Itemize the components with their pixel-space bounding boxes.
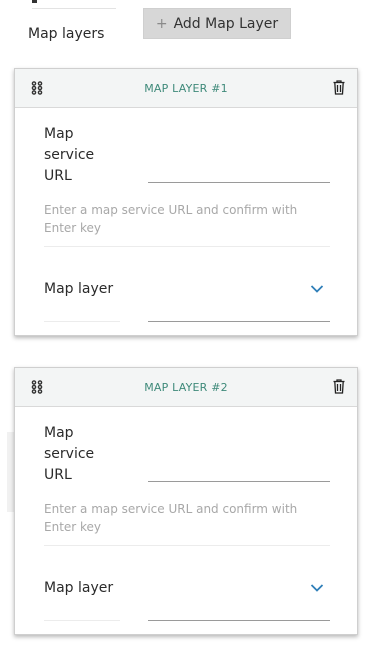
chevron-down-icon[interactable]: [310, 583, 324, 593]
map-layer-label: Map layer: [44, 281, 114, 297]
divider: [44, 545, 330, 546]
map-layer-card: MAP LAYER #1 Map service URL Enter a map…: [14, 68, 358, 336]
map-service-url-input[interactable]: [148, 459, 330, 482]
chevron-down-icon[interactable]: [310, 284, 324, 294]
drag-handle-icon[interactable]: [31, 81, 43, 95]
map-layers-editor: Map layers + Add Map Layer MAP LAYER #1: [0, 0, 374, 664]
add-map-layer-button[interactable]: + Add Map Layer: [143, 8, 291, 39]
map-layer-header: MAP LAYER #2: [15, 368, 357, 407]
plus-icon: +: [155, 15, 168, 32]
divider: [44, 246, 330, 247]
map-layer-select[interactable]: [148, 321, 330, 322]
drag-handle-icon[interactable]: [31, 380, 43, 394]
map-layer-header: MAP LAYER #1: [15, 69, 357, 108]
trash-icon[interactable]: [333, 379, 345, 394]
map-layer-select[interactable]: [148, 620, 330, 621]
map-service-url-hint: Enter a map service URL and confirm with…: [44, 502, 298, 534]
add-map-layer-label: Add Map Layer: [173, 15, 279, 32]
map-layer-title: MAP LAYER #2: [144, 380, 228, 394]
map-layers-label: Map layers: [28, 26, 105, 42]
divider: [32, 0, 116, 9]
divider: [44, 620, 120, 621]
map-layer-title: MAP LAYER #1: [144, 81, 228, 95]
cropped-marker: [32, 0, 37, 3]
trash-icon[interactable]: [333, 80, 345, 95]
map-service-url-label: Map service URL: [44, 425, 95, 483]
map-layer-card: MAP LAYER #2 Map service URL Enter a map…: [14, 367, 358, 635]
map-service-url-label: Map service URL: [44, 126, 95, 184]
map-service-url-input[interactable]: [148, 160, 330, 183]
map-service-url-hint: Enter a map service URL and confirm with…: [44, 203, 298, 235]
map-layer-label: Map layer: [44, 580, 114, 596]
divider: [44, 321, 120, 322]
